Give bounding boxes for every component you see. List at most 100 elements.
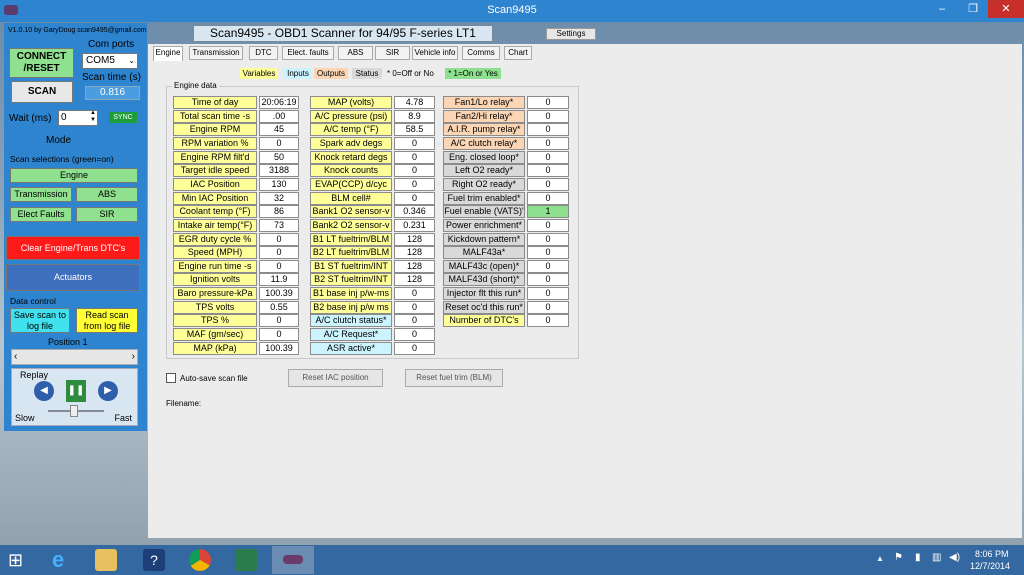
col1-label: Min IAC Position xyxy=(173,192,257,205)
internet-explorer-icon[interactable]: e xyxy=(52,549,74,571)
col2-value: 0 xyxy=(394,192,435,205)
tray-arrow-icon[interactable]: ▲ xyxy=(876,554,884,563)
col2-label: B1 LT fueltrim/BLM xyxy=(310,233,392,246)
col2-value: 0 xyxy=(394,314,435,327)
col2-value: 58.5 xyxy=(394,123,435,136)
window-title: Scan9495 xyxy=(487,4,537,16)
col1-value: 0.55 xyxy=(259,301,299,314)
maximize-button[interactable]: ❐ xyxy=(958,0,988,18)
tab-vehicle-info[interactable]: Vehicle info xyxy=(412,46,458,60)
left-control-panel: V1.0.10 by GaryDoug scan9495@gmail.com C… xyxy=(4,23,147,431)
replay-back-icon[interactable]: ◀ xyxy=(34,381,54,401)
tab-sir[interactable]: SIR xyxy=(375,46,410,60)
col2-value: 0 xyxy=(394,151,435,164)
position-label: Position 1 xyxy=(48,337,88,347)
col1-value: 86 xyxy=(259,205,299,218)
file-explorer-icon[interactable] xyxy=(95,549,117,571)
replay-forward-icon[interactable]: ▶ xyxy=(98,381,118,401)
reset-iac-button[interactable]: Reset IAC position xyxy=(288,369,383,387)
settings-button[interactable]: Settings xyxy=(546,28,596,40)
col2-label: Bank2 O2 sensor-v xyxy=(310,219,392,232)
car-icon xyxy=(283,555,303,564)
position-scrollbar[interactable]: ‹ › xyxy=(11,349,138,365)
scan9495-taskbar-icon[interactable] xyxy=(272,546,314,574)
tab-chart[interactable]: Chart xyxy=(504,46,532,60)
minimize-button[interactable]: – xyxy=(927,0,957,18)
calculator-icon[interactable] xyxy=(235,549,257,571)
scan-button[interactable]: SCAN xyxy=(11,81,73,103)
col2-value: 128 xyxy=(394,260,435,273)
col3-label: Fan2/Hi relay* xyxy=(443,110,525,123)
tab-elect-faults[interactable]: Elect. faults xyxy=(282,46,334,60)
col2-value: 0 xyxy=(394,287,435,300)
save-scan-button[interactable]: Save scan to log file xyxy=(10,308,70,333)
flag-icon[interactable]: ⚑ xyxy=(894,552,903,563)
clock-date[interactable]: 12/7/2014 xyxy=(970,561,1010,571)
reset-fuel-trim-button[interactable]: Reset fuel trim (BLM) xyxy=(405,369,503,387)
app-title-box: Scan9495 - OBD1 Scanner for 94/95 F-seri… xyxy=(193,25,493,42)
start-icon[interactable]: ⊞ xyxy=(8,549,30,571)
spinner-icon: ▲ ▼ xyxy=(90,110,96,123)
scroll-left-icon[interactable]: ‹ xyxy=(14,351,17,362)
transmission-select-button[interactable]: Transmission xyxy=(10,187,72,202)
col3-value: 0 xyxy=(527,260,569,273)
col3-label: Power enrichment* xyxy=(443,219,525,232)
autosave-checkbox[interactable] xyxy=(166,373,176,383)
battery-icon[interactable]: ▮ xyxy=(915,552,921,563)
speed-slider-thumb[interactable] xyxy=(70,405,78,417)
col2-value: 128 xyxy=(394,233,435,246)
col2-label: Knock counts xyxy=(310,164,392,177)
help-icon[interactable]: ? xyxy=(143,549,165,571)
pause-icon[interactable]: ❚❚ xyxy=(66,380,86,402)
col2-label: EVAP(CCP) d/cyc xyxy=(310,178,392,191)
legend-on-note: * 1=On or Yes xyxy=(445,68,501,79)
filename-label: Filename: xyxy=(166,399,202,408)
col1-label: Speed (MPH) xyxy=(173,246,257,259)
chrome-icon[interactable] xyxy=(189,549,211,571)
close-button[interactable]: ✕ xyxy=(988,0,1024,18)
scan-time-label: Scan time (s) xyxy=(82,72,141,83)
engine-select-button[interactable]: Engine xyxy=(10,168,138,183)
slow-label: Slow xyxy=(15,413,35,423)
tab-engine[interactable]: Engine xyxy=(153,46,183,61)
connect-reset-button[interactable]: CONNECT /RESET xyxy=(9,48,74,78)
col3-label: Fan1/Lo relay* xyxy=(443,96,525,109)
col2-label: A/C temp (°F) xyxy=(310,123,392,136)
col1-label: MAF (gm/sec) xyxy=(173,328,257,341)
col2-label: A/C pressure (psi) xyxy=(310,110,392,123)
volume-icon[interactable]: ◀) xyxy=(949,552,960,563)
col1-label: TPS % xyxy=(173,314,257,327)
read-scan-button[interactable]: Read scan from log file xyxy=(76,308,138,333)
col2-label: Spark adv degs xyxy=(310,137,392,150)
tab-comms[interactable]: Comms xyxy=(462,46,500,60)
col3-value: 0 xyxy=(527,151,569,164)
actuators-button[interactable]: Actuators xyxy=(6,264,140,291)
tab-transmission[interactable]: Transmission xyxy=(189,46,243,60)
col1-value: 100.39 xyxy=(259,342,299,355)
col1-value: 0 xyxy=(259,314,299,327)
elect-faults-select-button[interactable]: Elect Faults xyxy=(10,207,72,222)
col1-label: RPM variation % xyxy=(173,137,257,150)
col3-value: 0 xyxy=(527,287,569,300)
col3-value: 0 xyxy=(527,233,569,246)
col2-value: 0 xyxy=(394,301,435,314)
col1-value: 100.39 xyxy=(259,287,299,300)
com-port-select[interactable]: COM5 ⌄ xyxy=(82,53,138,69)
abs-select-button[interactable]: ABS xyxy=(76,187,138,202)
col2-label: ASR active* xyxy=(310,342,392,355)
clear-dtc-button[interactable]: Clear Engine/Trans DTC's xyxy=(6,236,140,260)
col1-label: Total scan time -s xyxy=(173,110,257,123)
autosave-label: Auto-save scan file xyxy=(180,374,248,383)
tab-dtc[interactable]: DTC xyxy=(249,46,278,60)
sir-select-button[interactable]: SIR xyxy=(76,207,138,222)
tab-abs[interactable]: ABS xyxy=(338,46,373,60)
chevron-down-icon: ⌄ xyxy=(128,56,135,65)
wait-input[interactable]: 0 ▲ ▼ xyxy=(58,110,98,126)
clock-time[interactable]: 8:06 PM xyxy=(975,549,1009,559)
col1-value: 0 xyxy=(259,260,299,273)
version-label: V1.0.10 by GaryDoug scan9495@gmail.com xyxy=(8,27,147,34)
network-icon[interactable]: ▥ xyxy=(932,552,941,563)
col1-label: Ignition volts xyxy=(173,273,257,286)
col3-label: Right O2 ready* xyxy=(443,178,525,191)
scroll-right-icon[interactable]: › xyxy=(132,351,135,362)
